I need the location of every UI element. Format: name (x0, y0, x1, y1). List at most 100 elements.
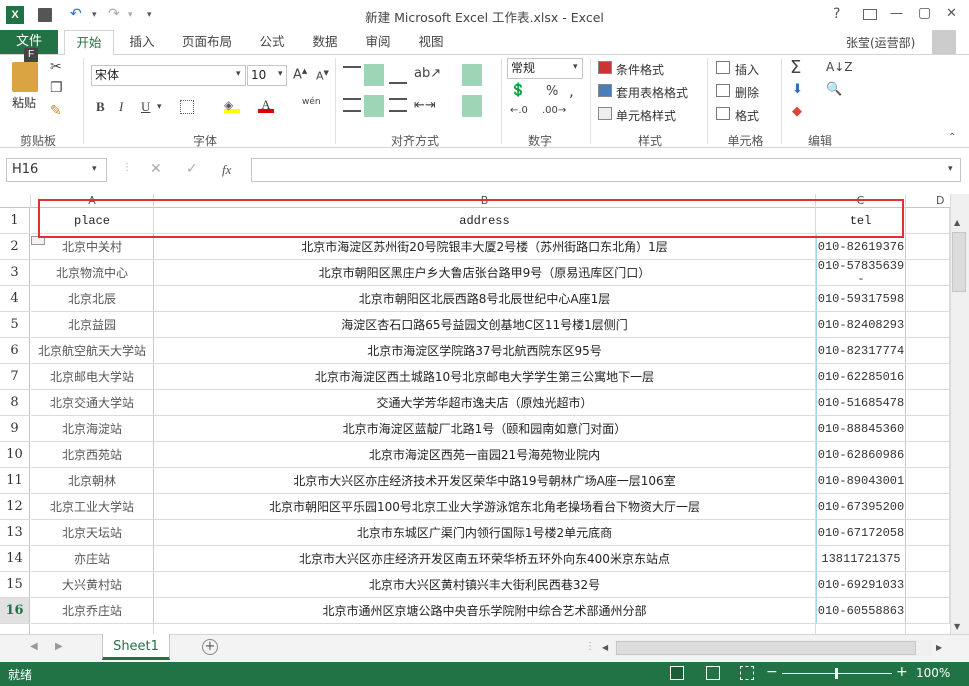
scroll-down-icon[interactable]: ▼ (954, 622, 960, 631)
comma-button[interactable]: , (569, 82, 574, 100)
expand-formula-icon[interactable]: ▾ (948, 164, 953, 174)
row-header[interactable]: 2 (0, 234, 30, 260)
cell-place[interactable]: 北京天坛站 (31, 520, 154, 546)
wrap-text-icon[interactable] (462, 64, 482, 86)
sort-filter-icon[interactable]: A↓Z (826, 60, 852, 74)
scroll-up-icon[interactable]: ▲ (954, 218, 960, 227)
cell-place[interactable]: 北京乔庄站 (31, 598, 154, 624)
page-break-view-icon[interactable] (740, 666, 754, 680)
tab-home[interactable]: 开始 (64, 30, 114, 55)
cell-place[interactable]: 北京西苑站 (31, 442, 154, 468)
insert-function-button[interactable]: fx (222, 162, 231, 178)
zoom-level[interactable]: 100% (916, 666, 950, 680)
cell-address[interactable]: 北京市东城区广渠门内领行国际1号楼2单元底商 (154, 520, 816, 546)
format-table-icon[interactable] (598, 84, 612, 97)
format-painter-icon[interactable]: ✎ (50, 103, 62, 119)
insert-cells-icon[interactable] (716, 61, 730, 74)
cell-place[interactable]: 北京航空航天大学站 (31, 338, 154, 364)
fill-color-icon[interactable]: ◈ (224, 98, 240, 113)
row-header[interactable]: 6 (0, 338, 30, 364)
paste-icon[interactable] (12, 62, 38, 92)
hscroll-splitter[interactable]: ⋮ (585, 641, 595, 652)
cell-place[interactable]: 北京邮电大学站 (31, 364, 154, 390)
collapse-ribbon-icon[interactable]: ⌃ (948, 132, 956, 143)
cell-tel[interactable]: 010-59317598 (816, 286, 906, 312)
copy-icon[interactable]: ❐ (50, 80, 63, 96)
cell-empty[interactable] (906, 234, 950, 260)
cell-place[interactable]: 北京物流中心 (31, 260, 154, 286)
page-layout-view-icon[interactable] (706, 666, 720, 680)
row-header[interactable]: 16 (0, 598, 30, 624)
scroll-left-icon[interactable]: ◀ (602, 643, 608, 652)
number-format-select[interactable]: 常规 (507, 58, 583, 79)
worksheet-grid[interactable]: A B C D 1 place address tel 2 北京中关村 北京市海淀区苏州街2… (0, 194, 950, 634)
align-left-icon[interactable] (343, 98, 361, 112)
ribbon-display-icon[interactable] (863, 9, 877, 20)
cell-address[interactable]: 北京市海淀区西土城路10号北京邮电大学学生第三公寓地下一层 (154, 364, 816, 390)
cell-tel[interactable]: 010-82317774 (816, 338, 906, 364)
cell-place[interactable]: 北京益园 (31, 312, 154, 338)
row-header[interactable]: 3 (0, 260, 30, 286)
chevron-down-icon[interactable]: ▾ (573, 62, 578, 72)
row-header[interactable]: 10 (0, 442, 30, 468)
row-header[interactable]: 4 (0, 286, 30, 312)
cell-styles-icon[interactable] (598, 107, 612, 120)
underline-dropdown-icon[interactable]: ▾ (157, 102, 162, 112)
cell-place[interactable]: 北京海淀站 (31, 416, 154, 442)
underline-button[interactable]: U (141, 99, 150, 115)
format-cells-icon[interactable] (716, 107, 730, 120)
cell-tel[interactable]: 010-89043001 (816, 468, 906, 494)
cell-empty[interactable] (906, 468, 950, 494)
chevron-down-icon[interactable]: ▾ (236, 69, 241, 79)
cell-tel[interactable]: 010-82408293 (816, 312, 906, 338)
tab-formulas[interactable]: 公式 (252, 30, 292, 54)
row-header[interactable]: 14 (0, 546, 30, 572)
tab-page-layout[interactable]: 页面布局 (176, 30, 238, 54)
close-button[interactable]: ✕ (946, 6, 957, 21)
align-top-icon[interactable] (343, 66, 361, 84)
cell-address[interactable]: 北京市通州区京塘公路中央音乐学院附中综合艺术部通州分部 (154, 598, 816, 624)
cell-place[interactable]: 北京工业大学站 (31, 494, 154, 520)
cell-place[interactable]: 北京朝林 (31, 468, 154, 494)
delete-cells-icon[interactable] (716, 84, 730, 97)
cell-tel[interactable]: 010-51685478 (816, 390, 906, 416)
avatar[interactable] (932, 30, 956, 54)
cell-empty[interactable] (906, 598, 950, 624)
user-name[interactable]: 张莹(运营部) (846, 34, 915, 51)
enter-icon[interactable]: ✓ (186, 161, 198, 177)
decrease-decimal-icon[interactable]: .00→ (542, 105, 566, 116)
chevron-down-icon[interactable]: ▾ (278, 69, 283, 79)
cell-address[interactable]: 北京市朝阳区黑庄户乡大鲁店张台路甲9号（原易迅库区门口） (154, 260, 816, 286)
formula-splitter[interactable]: ⋮ (122, 162, 132, 173)
merge-center-icon[interactable] (462, 95, 482, 117)
zoom-out-button[interactable]: − (766, 664, 778, 680)
cell-empty[interactable] (906, 416, 950, 442)
align-bottom-icon[interactable] (389, 66, 407, 84)
row-header[interactable]: 7 (0, 364, 30, 390)
cell-empty[interactable] (906, 520, 950, 546)
cell-tel[interactable]: 010-60558863 (816, 598, 906, 624)
cell-tel[interactable]: 010-62285016 (816, 364, 906, 390)
align-right-icon[interactable] (389, 98, 407, 112)
fill-icon[interactable]: ⬇ (792, 82, 803, 97)
font-name-select[interactable]: 宋体 (91, 65, 246, 86)
autosum-icon[interactable]: Σ (790, 57, 801, 78)
cell-styles-button[interactable]: 单元格样式 (616, 107, 676, 124)
cell-place[interactable]: 北京北辰 (31, 286, 154, 312)
conditional-format-icon[interactable] (598, 61, 612, 74)
row-header[interactable]: 9 (0, 416, 30, 442)
tab-insert[interactable]: 插入 (122, 30, 162, 54)
chevron-down-icon[interactable]: ▾ (92, 164, 97, 174)
cancel-icon[interactable]: ✕ (150, 161, 162, 177)
formula-input[interactable] (251, 158, 961, 182)
zoom-slider-thumb[interactable] (835, 668, 838, 679)
cell-empty[interactable] (906, 572, 950, 598)
tab-view[interactable]: 视图 (411, 30, 451, 54)
insert-cells-button[interactable]: 插入 (735, 61, 759, 78)
row-header[interactable]: 1 (0, 208, 30, 234)
cell-empty[interactable] (906, 494, 950, 520)
row-header[interactable]: 11 (0, 468, 30, 494)
cut-icon[interactable]: ✂ (50, 59, 62, 75)
cell-address[interactable]: 北京市海淀区西苑一亩园21号海苑物业院内 (154, 442, 816, 468)
help-button[interactable]: ? (833, 6, 840, 22)
